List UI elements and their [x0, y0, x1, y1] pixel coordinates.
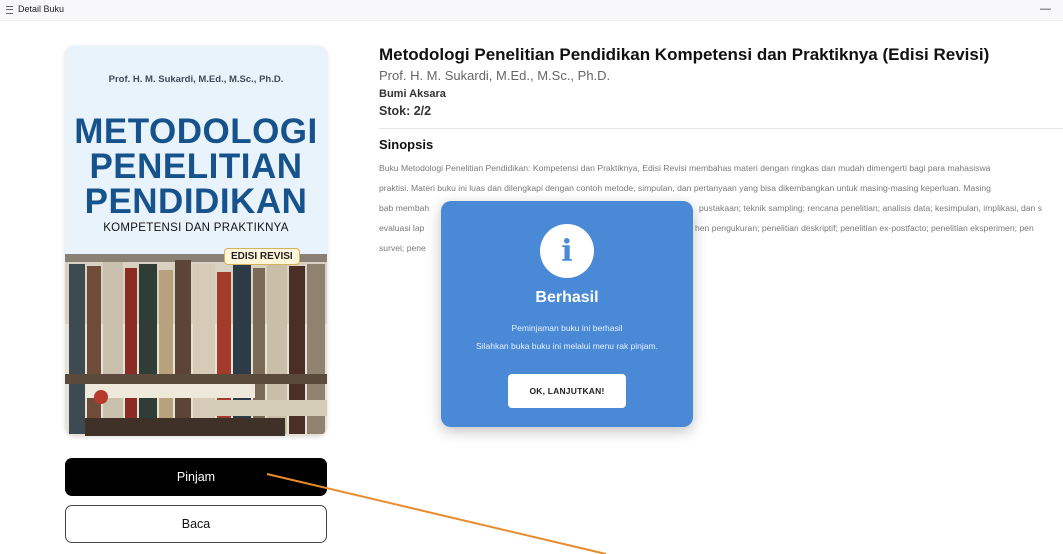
cover-title-line: METODOLOGI	[74, 112, 318, 151]
success-dialog: i Berhasil Peminjaman buku ini berhasil …	[441, 201, 693, 427]
synopsis-line: survei; pene	[379, 243, 426, 253]
info-icon: i	[540, 224, 594, 278]
ok-continue-button[interactable]: OK, LANJUTKAN!	[508, 374, 626, 408]
cover-edition-badge: EDISI REVISI	[224, 248, 300, 265]
synopsis-line: evaluasi lap	[379, 223, 425, 233]
read-button[interactable]: Baca	[65, 505, 327, 543]
synopsis-line: Buku Metodologi Penelitian Pendidikan: K…	[379, 163, 991, 173]
synopsis-line: bab membah	[379, 203, 430, 213]
cover-subtitle: KOMPETENSI DAN PRAKTIKNYA	[103, 222, 289, 234]
book-title: Metodologi Penelitian Pendidikan Kompete…	[379, 45, 990, 64]
cover-title-line: PENDIDIKAN	[84, 182, 308, 221]
dialog-title: Berhasil	[535, 289, 599, 306]
synopsis-line: pustakaan; teknik sampling; rencana pene…	[699, 203, 1042, 213]
synopsis-line: hen pengukuran; penelitian deskriptif; p…	[695, 223, 1034, 233]
app-menu-icon[interactable]	[6, 6, 13, 14]
cover-books-image	[65, 254, 327, 436]
borrow-button[interactable]: Pinjam	[65, 458, 327, 496]
book-author: Prof. H. M. Sukardi, M.Ed., M.Sc., Ph.D.	[379, 68, 611, 83]
book-cover: Prof. H. M. Sukardi, M.Ed., M.Sc., Ph.D.…	[65, 46, 327, 436]
book-publisher: Bumi Aksara	[379, 88, 446, 100]
window-title: Detail Buku	[18, 4, 65, 14]
window-titlebar: Detail Buku —	[0, 0, 1063, 21]
dialog-message: Peminjaman buku ini berhasil	[511, 323, 623, 333]
divider	[379, 128, 1063, 129]
cover-title-line: PENELITIAN	[89, 147, 303, 186]
dialog-message: Silahkan buka buku ini melalui menu rak …	[476, 341, 658, 351]
cover-author: Prof. H. M. Sukardi, M.Ed., M.Sc., Ph.D.	[108, 74, 284, 85]
book-stock: Stok: 2/2	[379, 104, 432, 118]
minimize-button[interactable]: —	[1040, 4, 1051, 15]
synopsis-line: praktisi. Materi buku ini luas dan dilen…	[379, 183, 991, 193]
synopsis-heading: Sinopsis	[379, 137, 434, 152]
